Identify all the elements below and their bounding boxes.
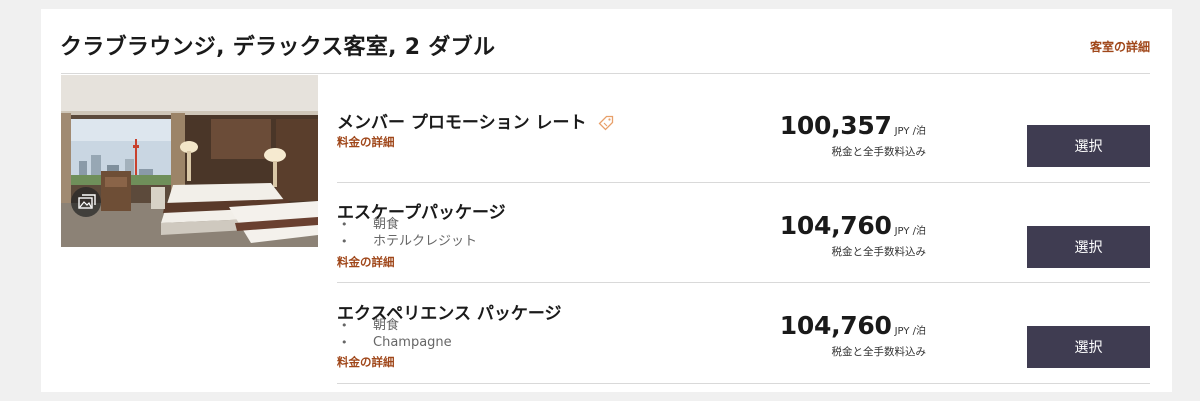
gallery-button[interactable] (71, 187, 101, 217)
promo-tag-icon (599, 115, 614, 131)
inclusion-list: 朝食 Champagne (337, 318, 452, 352)
price-unit: JPY /泊 (894, 326, 926, 337)
rate-option: エクスペリエンス パッケージ 朝食 Champagne 料金の詳細 104,76… (337, 284, 1150, 384)
rate-name: メンバー プロモーション レート (337, 108, 614, 133)
price-amount: 104,760 (779, 311, 892, 340)
room-details-link[interactable]: 客室の詳細 (1090, 38, 1150, 55)
rate-name-text: メンバー プロモーション レート (337, 113, 587, 133)
room-photo-image (61, 75, 318, 247)
select-button[interactable]: 選択 (1027, 226, 1150, 268)
inclusion-item: 朝食 (337, 318, 452, 335)
rate-details-link[interactable]: 料金の詳細 (337, 254, 395, 270)
price-block: 104,760 JPY /泊 税金と全手数料込み (780, 311, 926, 359)
price-amount: 100,357 (779, 111, 892, 140)
rate-details-link[interactable]: 料金の詳細 (337, 134, 395, 150)
divider (337, 383, 1150, 384)
price-block: 104,760 JPY /泊 税金と全手数料込み (780, 211, 926, 259)
price-block: 100,357 JPY /泊 税金と全手数料込み (780, 111, 926, 159)
select-button[interactable]: 選択 (1027, 326, 1150, 368)
rate-option: メンバー プロモーション レート 料金の詳細 100,357 JPY /泊 税金と… (337, 83, 1150, 183)
divider (337, 282, 1150, 283)
rate-option: エスケープパッケージ 朝食 ホテルクレジット 料金の詳細 104,760JPY … (337, 183, 1150, 283)
inclusion-list: 朝食 ホテルクレジット (337, 217, 477, 251)
price-unit: JPY /泊 (894, 126, 926, 137)
inclusion-item: 朝食 (337, 217, 477, 234)
select-button[interactable]: 選択 (1027, 125, 1150, 167)
rate-details-link[interactable]: 料金の詳細 (337, 354, 395, 370)
price-note: 税金と全手数料込み (831, 346, 927, 358)
room-card: クラブラウンジ, デラックス客室, 2 ダブル 客室の詳細 メンバー プロモーシ… (41, 9, 1172, 392)
room-title: クラブラウンジ, デラックス客室, 2 ダブル (60, 35, 496, 60)
room-photo[interactable] (61, 75, 318, 247)
price-note: 税金と全手数料込み (831, 146, 927, 158)
price-unit: JPY /泊 (894, 226, 926, 237)
inclusion-item: ホテルクレジット (337, 234, 477, 251)
inclusion-item: Champagne (337, 335, 452, 352)
divider (61, 73, 1150, 74)
price-amount: 104,760 (779, 211, 892, 240)
price-note: 税金と全手数料込み (831, 246, 927, 258)
gallery-icon (78, 194, 96, 209)
